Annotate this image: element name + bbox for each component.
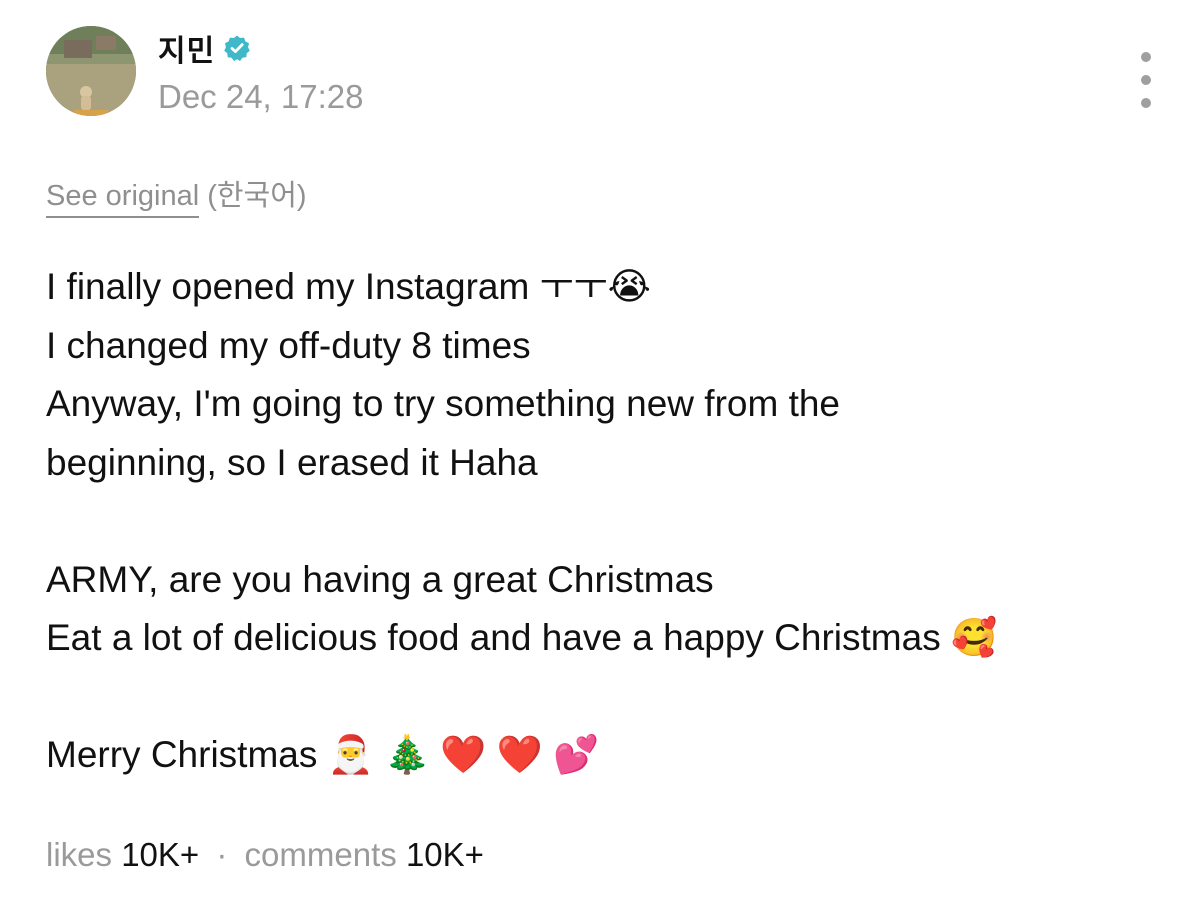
more-vertical-icon xyxy=(1141,52,1151,62)
post-body-line: I finally opened my Instagram ㅜㅜ😭 xyxy=(46,266,651,307)
post-body-line: Merry Christmas 🎅 🎄 ❤️ ❤️ 💕 xyxy=(46,734,600,775)
stats-separator: · xyxy=(216,836,228,873)
see-original-link[interactable]: See original xyxy=(46,180,200,218)
post-body-line: I changed my off-duty 8 times xyxy=(46,324,531,366)
post-stats: likes 10K+ · comments 10K+ xyxy=(46,836,484,874)
post-body: I finally opened my Instagram ㅜㅜ😭 I chan… xyxy=(46,258,1166,785)
likes-count[interactable]: 10K+ xyxy=(121,836,199,873)
post-body-line: Eat a lot of delicious food and have a h… xyxy=(46,617,998,658)
comments-label[interactable]: comments xyxy=(245,836,397,873)
post-timestamp: Dec 24, 17:28 xyxy=(158,78,364,115)
post-body-blank-line xyxy=(46,668,1166,727)
avatar-photo xyxy=(46,26,136,116)
post-body-blank-line xyxy=(46,492,1166,551)
post-body-line: ARMY, are you having a great Christmas xyxy=(46,558,714,600)
post-header: 지민 Dec 24, 17:28 xyxy=(46,26,1156,122)
post-body-line: Anyway, I'm going to try something new f… xyxy=(46,383,841,424)
more-vertical-icon-dot xyxy=(1141,98,1151,108)
more-vertical-icon-dot xyxy=(1141,75,1151,85)
post-body-line: beginning, so I erased it Haha xyxy=(46,441,538,483)
author-name-row: 지민 xyxy=(158,26,251,70)
comments-count[interactable]: 10K+ xyxy=(406,836,484,873)
translation-row: See original (한국어) xyxy=(46,172,307,218)
original-language-label: (한국어) xyxy=(207,180,307,212)
likes-label[interactable]: likes xyxy=(46,836,112,873)
more-options-button[interactable] xyxy=(1134,52,1158,108)
author-name[interactable]: 지민 xyxy=(158,26,215,70)
verified-badge-icon xyxy=(224,35,251,61)
avatar[interactable] xyxy=(46,26,136,116)
